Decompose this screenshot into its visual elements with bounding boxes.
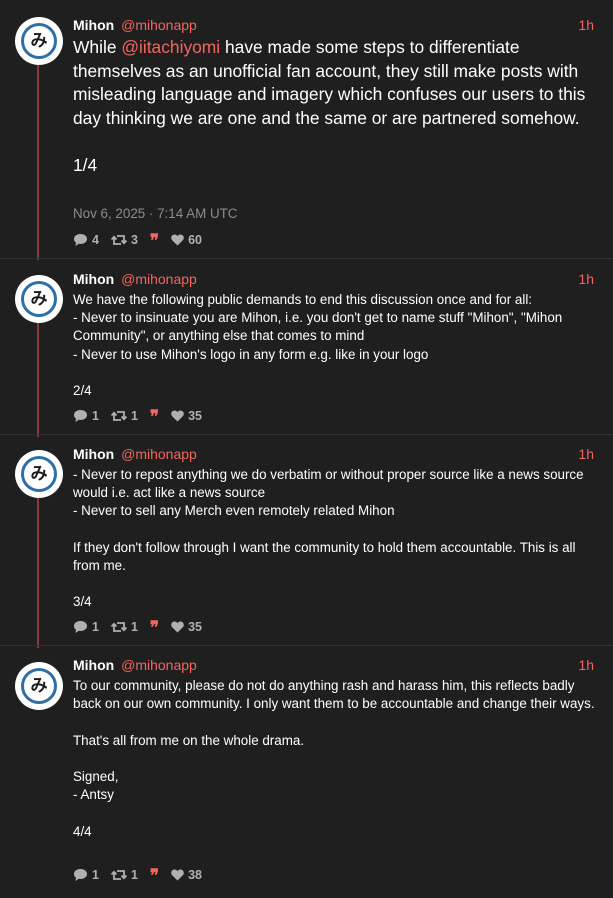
post-header: Mihon @mihonapp 1h xyxy=(73,270,594,288)
author-handle[interactable]: @mihonapp xyxy=(121,657,197,673)
avatar[interactable]: み xyxy=(15,275,63,323)
repost-button[interactable]: 1 xyxy=(110,408,138,424)
repost-count: 1 xyxy=(130,409,138,423)
reply-count: 4 xyxy=(92,233,99,247)
post-header: Mihon @mihonapp 1h xyxy=(73,16,594,34)
like-count: 35 xyxy=(188,620,202,634)
post-timestamp[interactable]: Nov 6, 2025 · 7:14 AM UTC xyxy=(73,206,237,221)
heart-icon xyxy=(171,234,184,246)
thread-counter: 1/4 xyxy=(73,154,98,175)
avatar-logo: み xyxy=(21,668,57,704)
like-button[interactable]: 38 xyxy=(171,867,202,883)
post-1[interactable]: み Mihon @mihonapp 1h While @iitachiyomi … xyxy=(0,0,613,260)
post-paragraph: Signed, - Antsy xyxy=(73,768,119,803)
quote-icon: ❞ xyxy=(149,620,160,634)
comment-icon xyxy=(74,410,87,422)
repost-icon xyxy=(110,622,127,632)
like-count: 38 xyxy=(188,868,202,882)
reply-count: 1 xyxy=(92,409,99,423)
reply-count: 1 xyxy=(92,620,99,634)
author-name[interactable]: Mihon xyxy=(73,271,114,287)
comment-icon xyxy=(74,869,87,881)
like-button[interactable]: 35 xyxy=(171,619,202,635)
reply-button[interactable]: 1 xyxy=(73,619,99,635)
post-time[interactable]: 1h xyxy=(578,16,594,34)
post-header: Mihon @mihonapp 1h xyxy=(73,656,594,674)
avatar[interactable]: み xyxy=(15,450,63,498)
author-handle[interactable]: @mihonapp xyxy=(121,271,197,287)
post-text: - Never to repost anything we do verbati… xyxy=(73,466,595,612)
like-button[interactable]: 35 xyxy=(171,408,202,424)
avatar[interactable]: み xyxy=(15,662,63,710)
reply-button[interactable]: 4 xyxy=(73,232,99,248)
avatar-logo: み xyxy=(21,23,57,59)
post-time[interactable]: 1h xyxy=(578,270,594,288)
mention-link[interactable]: @iitachiyomi xyxy=(121,37,220,57)
post-paragraph: We have the following public demands to … xyxy=(73,292,563,362)
action-bar: 4 3 ❞ 60 xyxy=(73,232,214,248)
repost-count: 1 xyxy=(130,868,138,882)
reply-button[interactable]: 1 xyxy=(73,867,99,883)
avatar-logo: み xyxy=(21,281,57,317)
author-name[interactable]: Mihon xyxy=(73,17,114,33)
quote-icon: ❞ xyxy=(149,409,160,423)
thread-connector xyxy=(37,497,39,648)
action-bar: 1 1 ❞ 35 xyxy=(73,619,214,635)
post-2[interactable]: み Mihon @mihonapp 1h We have the followi… xyxy=(0,258,613,437)
post-paragraph: That's all from me on the whole drama. xyxy=(73,732,305,748)
avatar[interactable]: み xyxy=(15,17,63,65)
thread-connector xyxy=(37,62,39,260)
post-time[interactable]: 1h xyxy=(578,656,594,674)
comment-icon xyxy=(74,621,87,633)
post-4[interactable]: み Mihon @mihonapp 1h To our community, p… xyxy=(0,645,613,890)
thread-connector xyxy=(37,321,39,437)
reply-button[interactable]: 1 xyxy=(73,408,99,424)
repost-icon xyxy=(110,870,127,880)
quote-button[interactable]: ❞ xyxy=(150,233,159,247)
comment-icon xyxy=(74,234,87,246)
repost-button[interactable]: 1 xyxy=(110,619,138,635)
action-bar: 1 1 ❞ 35 xyxy=(73,408,214,424)
author-handle[interactable]: @mihonapp xyxy=(121,17,197,33)
post-paragraph: If they don't follow through I want the … xyxy=(73,539,576,573)
like-button[interactable]: 60 xyxy=(171,232,202,248)
post-text: We have the following public demands to … xyxy=(73,291,595,400)
post-time[interactable]: 1h xyxy=(578,445,594,463)
action-bar: 1 1 ❞ 38 xyxy=(73,867,214,883)
author-name[interactable]: Mihon xyxy=(73,657,114,673)
like-count: 35 xyxy=(188,409,202,423)
post-text: While @iitachiyomi have made some steps … xyxy=(73,36,595,178)
repost-button[interactable]: 3 xyxy=(110,232,138,248)
quote-button[interactable]: ❞ xyxy=(150,409,159,423)
heart-icon xyxy=(171,621,184,633)
quote-button[interactable]: ❞ xyxy=(150,620,159,634)
quote-button[interactable]: ❞ xyxy=(150,868,159,882)
repost-icon xyxy=(110,235,127,245)
author-handle[interactable]: @mihonapp xyxy=(121,446,197,462)
repost-count: 3 xyxy=(130,233,138,247)
thread-counter: 2/4 xyxy=(73,383,92,398)
repost-button[interactable]: 1 xyxy=(110,867,138,883)
thread-counter: 3/4 xyxy=(73,594,92,610)
thread-view: み Mihon @mihonapp 1h While @iitachiyomi … xyxy=(0,0,613,898)
heart-icon xyxy=(171,410,184,422)
avatar-logo: み xyxy=(21,456,57,492)
quote-icon: ❞ xyxy=(149,868,160,882)
post-text: To our community, please do not do anyth… xyxy=(73,677,595,841)
quote-icon: ❞ xyxy=(149,233,160,247)
reply-count: 1 xyxy=(92,868,99,882)
author-name[interactable]: Mihon xyxy=(73,446,114,462)
repost-icon xyxy=(110,411,127,421)
post-paragraph: To our community, please do not do anyth… xyxy=(73,678,595,712)
like-count: 60 xyxy=(188,233,202,247)
thread-counter: 4/4 xyxy=(73,823,92,839)
post-paragraph: While @iitachiyomi have made some steps … xyxy=(73,37,586,128)
post-3[interactable]: み Mihon @mihonapp 1h - Never to repost a… xyxy=(0,434,613,648)
post-paragraph: - Never to repost anything we do verbati… xyxy=(73,467,584,519)
repost-count: 1 xyxy=(130,620,138,634)
post-header: Mihon @mihonapp 1h xyxy=(73,445,594,463)
heart-icon xyxy=(171,869,184,881)
